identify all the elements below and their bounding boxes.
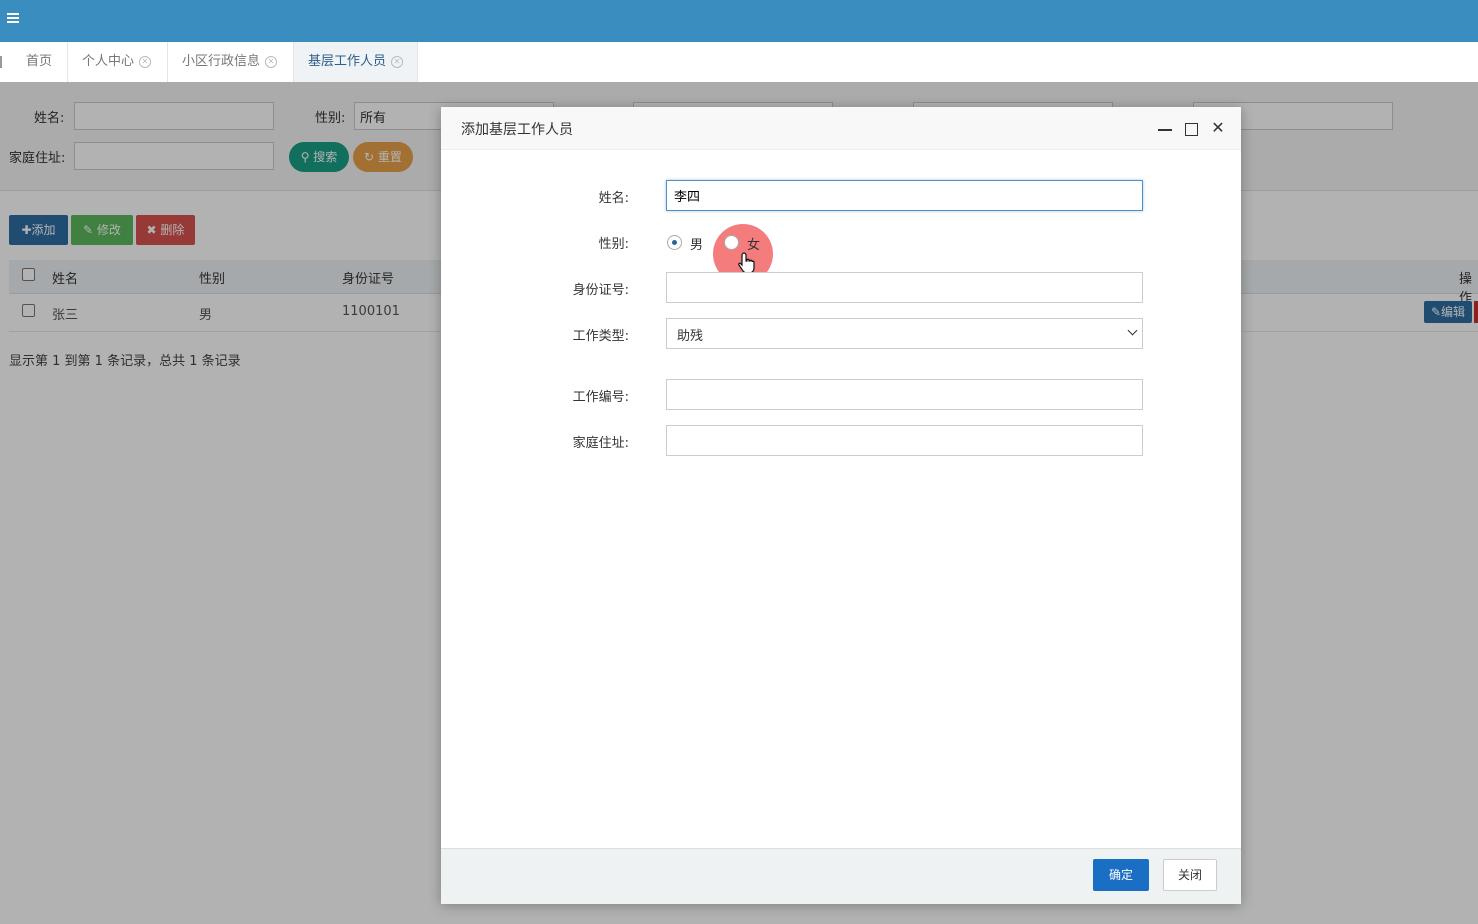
minimize-icon[interactable] xyxy=(1158,121,1172,135)
dialog-footer: 确定 关闭 xyxy=(441,848,1241,904)
gender-label: 性别: xyxy=(598,237,629,252)
confirm-button[interactable]: 确定 xyxy=(1093,859,1149,891)
tab-grassroots-staff[interactable]: 基层工作人员 ✕ xyxy=(294,42,418,82)
tab-label: 个人中心 xyxy=(82,54,135,69)
work-number-label: 工作编号: xyxy=(572,390,629,405)
tab-close-icon[interactable]: ✕ xyxy=(391,55,404,68)
work-type-select[interactable]: 助残 xyxy=(666,318,1143,349)
top-navbar xyxy=(0,0,1478,42)
dialog-header: 添加基层工作人员 ✕ xyxy=(441,107,1241,150)
hand-cursor-icon xyxy=(738,252,755,274)
tab-label: 首页 xyxy=(26,54,53,69)
close-button[interactable]: 关闭 xyxy=(1163,859,1217,891)
menu-toggle-icon[interactable] xyxy=(7,11,21,29)
tab-personal-center[interactable]: 个人中心 ✕ xyxy=(68,42,168,82)
tab-label: 小区行政信息 xyxy=(182,54,261,69)
id-number-label: 身份证号: xyxy=(572,283,629,298)
work-type-value: 助残 xyxy=(677,329,704,344)
work-type-label: 工作类型: xyxy=(572,329,629,344)
address-label: 家庭住址: xyxy=(572,436,629,451)
tab-bar: 首页 个人中心 ✕ 小区行政信息 ✕ 基层工作人员 ✕ xyxy=(0,42,1478,83)
tab-home[interactable]: 首页 xyxy=(12,42,68,82)
close-icon[interactable]: ✕ xyxy=(1211,120,1225,136)
tab-community-admin[interactable]: 小区行政信息 ✕ xyxy=(168,42,294,82)
gender-male-radio[interactable] xyxy=(667,235,682,250)
chevron-down-icon xyxy=(1127,325,1138,336)
tab-close-icon[interactable]: ✕ xyxy=(265,55,278,68)
dialog-title: 添加基层工作人员 xyxy=(461,122,573,138)
gender-female-radio[interactable] xyxy=(724,235,739,250)
tab-label: 基层工作人员 xyxy=(308,54,387,69)
gender-female-label: 女 xyxy=(747,238,761,253)
tab-scroll-left[interactable] xyxy=(0,56,2,68)
tab-close-icon[interactable]: ✕ xyxy=(139,55,152,68)
gender-male-label: 男 xyxy=(690,238,704,253)
address-input[interactable] xyxy=(666,425,1143,456)
add-staff-dialog: 添加基层工作人员 ✕ 姓名: 性别: 男 女 身份证号: 工作类型: 助残 工作… xyxy=(441,107,1241,904)
work-number-input[interactable] xyxy=(666,379,1143,410)
name-input[interactable] xyxy=(666,180,1143,211)
maximize-icon[interactable] xyxy=(1185,123,1198,136)
name-label: 姓名: xyxy=(598,191,629,206)
id-number-input[interactable] xyxy=(666,272,1143,303)
